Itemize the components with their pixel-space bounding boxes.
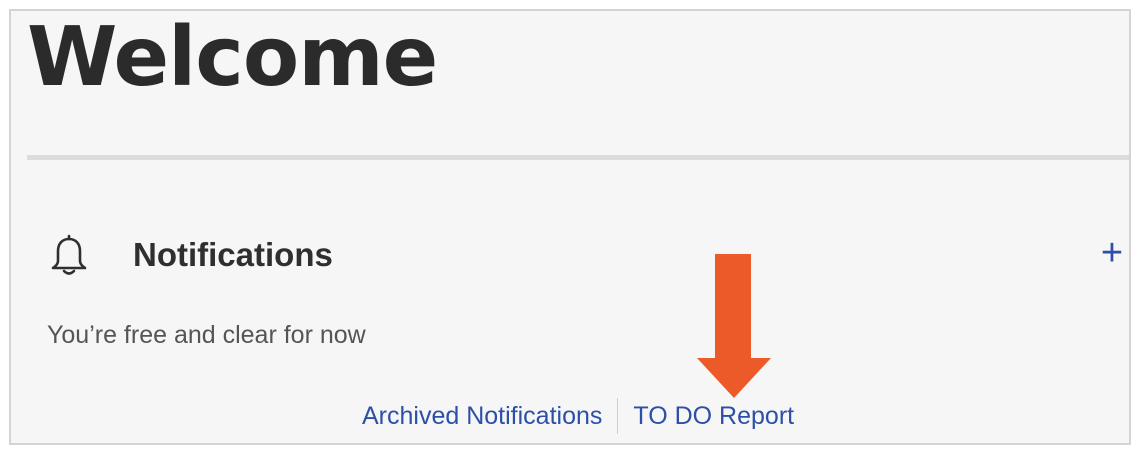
notification-links: Archived Notifications TO DO Report <box>362 394 794 438</box>
empty-notifications-message: You’re free and clear for now <box>47 321 366 349</box>
page-title: Welcome <box>27 10 438 105</box>
notifications-heading: Notifications <box>133 236 333 273</box>
archived-notifications-link[interactable]: Archived Notifications <box>362 398 602 434</box>
welcome-panel: Welcome Notifications + You’re free and … <box>9 9 1131 445</box>
bell-icon <box>45 232 93 280</box>
link-separator <box>617 398 619 434</box>
add-notification-button[interactable]: + <box>1095 231 1129 275</box>
section-divider <box>27 155 1129 160</box>
todo-report-link[interactable]: TO DO Report <box>633 398 794 434</box>
annotation-arrow-icon <box>697 254 771 398</box>
